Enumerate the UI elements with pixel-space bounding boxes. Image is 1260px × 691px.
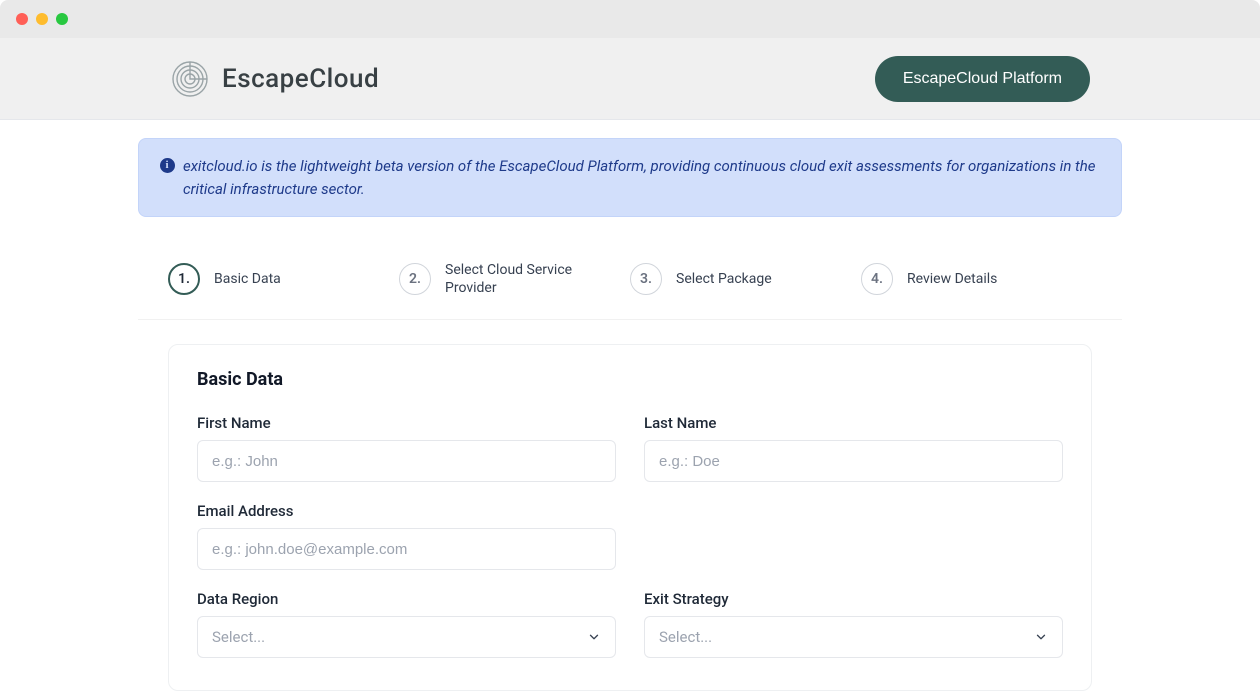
email-label: Email Address	[197, 502, 616, 520]
step-review-details[interactable]: 4. Review Details	[861, 261, 1092, 297]
brand-name: EscapeCloud	[222, 64, 379, 94]
form-card: Basic Data First Name Last Name Email Ad…	[168, 344, 1092, 691]
step-select-package[interactable]: 3. Select Package	[630, 261, 861, 297]
first-name-label: First Name	[197, 414, 616, 432]
step-select-provider[interactable]: 2. Select Cloud Service Provider	[399, 261, 630, 297]
fingerprint-logo-icon	[170, 59, 210, 99]
last-name-field-wrap: Last Name	[644, 414, 1063, 482]
info-icon: i	[159, 157, 175, 173]
first-name-field-wrap: First Name	[197, 414, 616, 482]
info-banner-text: exitcloud.io is the lightweight beta ver…	[183, 155, 1101, 200]
last-name-label: Last Name	[644, 414, 1063, 432]
step-number: 3.	[630, 263, 662, 295]
data-region-label: Data Region	[197, 590, 616, 608]
email-field-wrap: Email Address	[197, 502, 616, 570]
step-label: Basic Data	[214, 270, 281, 288]
window-minimize-button[interactable]	[36, 13, 48, 25]
exit-strategy-field-wrap: Exit Strategy Select...	[644, 590, 1063, 658]
data-region-select[interactable]: Select...	[197, 616, 616, 658]
first-name-input[interactable]	[197, 440, 616, 482]
stepper: 1. Basic Data 2. Select Cloud Service Pr…	[138, 217, 1122, 320]
step-label: Select Cloud Service Provider	[445, 261, 605, 297]
empty-cell	[644, 502, 1063, 570]
window-close-button[interactable]	[16, 13, 28, 25]
exit-strategy-label: Exit Strategy	[644, 590, 1063, 608]
step-number: 4.	[861, 263, 893, 295]
brand: EscapeCloud	[170, 59, 379, 99]
chevron-down-icon	[1034, 630, 1048, 644]
info-banner: i exitcloud.io is the lightweight beta v…	[138, 138, 1122, 217]
data-region-placeholder: Select...	[212, 628, 265, 646]
last-name-input[interactable]	[644, 440, 1063, 482]
step-number: 1.	[168, 263, 200, 295]
step-label: Review Details	[907, 270, 997, 288]
platform-button[interactable]: EscapeCloud Platform	[875, 56, 1090, 102]
email-input[interactable]	[197, 528, 616, 570]
exit-strategy-select[interactable]: Select...	[644, 616, 1063, 658]
card-title: Basic Data	[197, 369, 1063, 390]
step-label: Select Package	[676, 270, 772, 288]
step-basic-data[interactable]: 1. Basic Data	[168, 261, 399, 297]
step-number: 2.	[399, 263, 431, 295]
app-header: EscapeCloud EscapeCloud Platform	[0, 38, 1260, 120]
window-titlebar	[0, 0, 1260, 38]
data-region-field-wrap: Data Region Select...	[197, 590, 616, 658]
chevron-down-icon	[587, 630, 601, 644]
exit-strategy-placeholder: Select...	[659, 628, 712, 646]
window-maximize-button[interactable]	[56, 13, 68, 25]
